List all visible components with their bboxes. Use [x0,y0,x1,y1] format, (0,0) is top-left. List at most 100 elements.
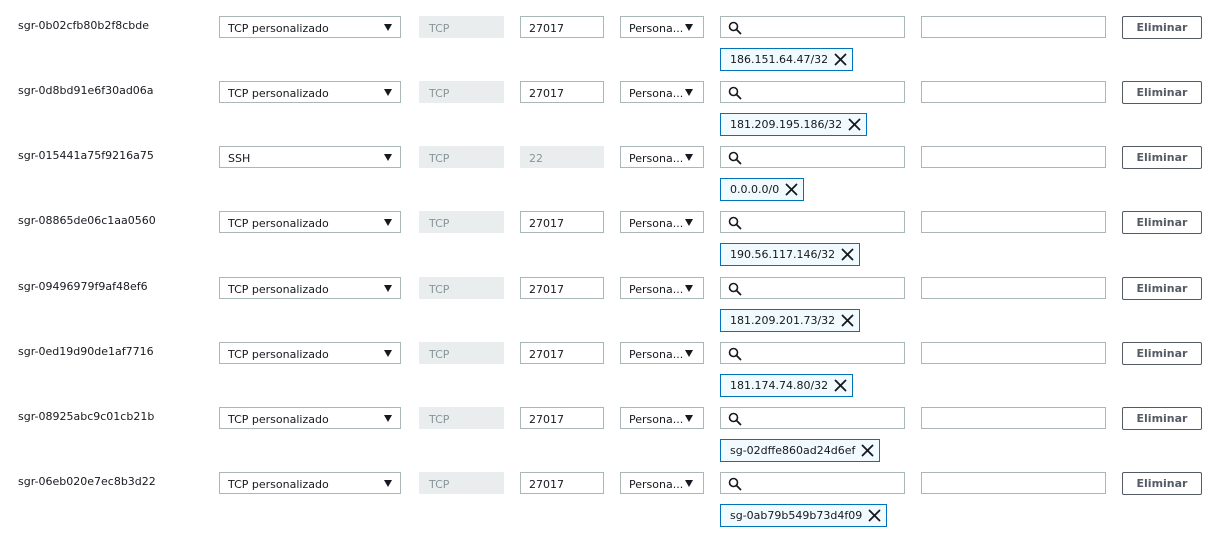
delete-rule-button[interactable]: Eliminar [1122,146,1202,169]
port-range-input[interactable]: 27017 [520,211,604,233]
inbound-rule-row: sgr-0ed19d90de1af7716 TCP personalizado … [0,342,1224,407]
caret-down-icon [384,350,392,357]
port-range-value: 27017 [529,413,564,426]
inbound-rule-row: sgr-015441a75f9216a75 SSH TCP 22 Persona… [0,146,1224,211]
caret-down-icon [685,154,693,161]
source-search-input[interactable] [720,211,905,233]
source-search-input[interactable] [720,277,905,299]
type-select[interactable]: TCP personalizado [219,81,401,103]
description-input[interactable] [921,211,1106,233]
caret-down-icon [384,415,392,422]
type-select[interactable]: TCP personalizado [219,472,401,494]
protocol-value: TCP [429,87,450,100]
port-range-input[interactable]: 27017 [520,81,604,103]
source-type-select[interactable]: Persona... [620,211,704,233]
description-input[interactable] [921,81,1106,103]
source-search-input[interactable] [720,16,905,38]
port-range-input[interactable]: 27017 [520,472,604,494]
protocol-field: TCP [419,81,504,103]
type-select-value: TCP personalizado [228,478,329,491]
source-type-select[interactable]: Persona... [620,277,704,299]
inbound-rule-row: sgr-0b02cfb80b2f8cbde TCP personalizado … [0,16,1224,81]
search-icon [728,347,742,361]
source-type-select[interactable]: Persona... [620,472,704,494]
caret-down-icon [384,480,392,487]
inbound-rule-row: sgr-08925abc9c01cb21b TCP personalizado … [0,407,1224,472]
port-range-value: 27017 [529,283,564,296]
type-select[interactable]: TCP personalizado [219,407,401,429]
protocol-field: TCP [419,146,504,168]
rule-id: sgr-09496979f9af48ef6 [18,280,148,293]
close-icon[interactable] [841,314,854,327]
rule-id: sgr-08925abc9c01cb21b [18,410,155,423]
type-select[interactable]: TCP personalizado [219,342,401,364]
source-token: 190.56.117.146/32 [720,243,861,266]
close-icon[interactable] [868,509,881,522]
port-range-value: 27017 [529,22,564,35]
close-icon[interactable] [841,248,854,261]
source-type-value: Persona... [629,413,684,426]
rule-id: sgr-0ed19d90de1af7716 [18,345,154,358]
source-type-value: Persona... [629,152,684,165]
protocol-field: TCP [419,342,504,364]
delete-rule-button[interactable]: Eliminar [1122,211,1202,234]
port-range-input[interactable]: 27017 [520,407,604,429]
source-token: 181.209.195.186/32 [720,113,868,136]
delete-rule-button[interactable]: Eliminar [1122,81,1202,104]
source-type-select[interactable]: Persona... [620,16,704,38]
rule-id: sgr-0d8bd91e6f30ad06a [18,84,154,97]
description-input[interactable] [921,16,1106,38]
source-search-input[interactable] [720,81,905,103]
type-select[interactable]: TCP personalizado [219,16,401,38]
description-input[interactable] [921,472,1106,494]
source-token: sg-02dffe860ad24d6ef [720,439,881,462]
source-type-value: Persona... [629,283,684,296]
description-input[interactable] [921,277,1106,299]
source-search-input[interactable] [720,472,905,494]
source-type-value: Persona... [629,348,684,361]
port-range-input[interactable]: 27017 [520,277,604,299]
type-select-value: TCP personalizado [228,413,329,426]
source-token-value: 181.174.74.80/32 [730,379,829,392]
delete-rule-button[interactable]: Eliminar [1122,277,1202,300]
type-select[interactable]: SSH [219,146,401,168]
source-search-input[interactable] [720,407,905,429]
close-icon[interactable] [834,53,847,66]
caret-down-icon [685,285,693,292]
type-select-value: TCP personalizado [228,217,329,230]
port-range-input[interactable]: 27017 [520,342,604,364]
close-icon[interactable] [834,379,847,392]
inbound-rule-row: sgr-0d8bd91e6f30ad06a TCP personalizado … [0,81,1224,146]
caret-down-icon [685,89,693,96]
protocol-field: TCP [419,472,504,494]
type-select[interactable]: TCP personalizado [219,211,401,233]
delete-rule-button[interactable]: Eliminar [1122,407,1202,430]
description-input[interactable] [921,146,1106,168]
source-search-input[interactable] [720,342,905,364]
close-icon[interactable] [848,118,861,131]
source-search-input[interactable] [720,146,905,168]
protocol-field: TCP [419,211,504,233]
protocol-value: TCP [429,217,450,230]
description-input[interactable] [921,342,1106,364]
source-token-value: 0.0.0.0/0 [730,183,780,196]
type-select[interactable]: TCP personalizado [219,277,401,299]
caret-down-icon [384,285,392,292]
description-input[interactable] [921,407,1106,429]
type-select-value: TCP personalizado [228,87,329,100]
source-type-select[interactable]: Persona... [620,342,704,364]
close-icon[interactable] [861,444,874,457]
protocol-value: TCP [429,478,450,491]
source-type-select[interactable]: Persona... [620,407,704,429]
type-select-value: TCP personalizado [228,283,329,296]
port-range-input[interactable]: 27017 [520,16,604,38]
source-token-value: 181.209.201.73/32 [730,314,836,327]
delete-rule-button[interactable]: Eliminar [1122,342,1202,365]
close-icon[interactable] [785,183,798,196]
delete-rule-button[interactable]: Eliminar [1122,16,1202,39]
source-token: 181.209.201.73/32 [720,309,861,332]
source-type-select[interactable]: Persona... [620,146,704,168]
protocol-value: TCP [429,22,450,35]
delete-rule-button[interactable]: Eliminar [1122,472,1202,495]
source-type-select[interactable]: Persona... [620,81,704,103]
